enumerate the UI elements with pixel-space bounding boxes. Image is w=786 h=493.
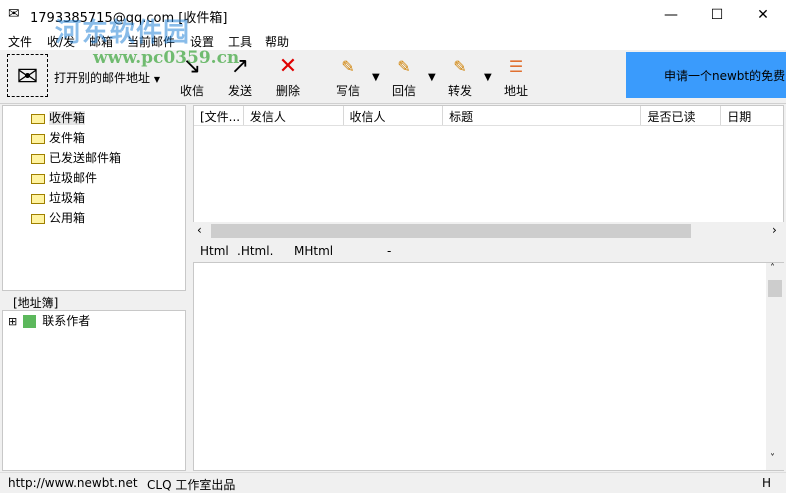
forward-pencil-icon: ✎: [453, 57, 467, 76]
col-read[interactable]: 是否已读: [641, 106, 722, 125]
delete-button[interactable]: ✕ 删除: [265, 52, 311, 102]
folder-inbox[interactable]: 收件箱: [13, 108, 185, 128]
reply-dropdown-icon[interactable]: ▼: [428, 72, 436, 83]
promo-banner[interactable]: 申请一个newbt的免费邮箱: [626, 52, 786, 98]
col-date[interactable]: 日期: [721, 106, 783, 125]
compose-button[interactable]: ✎ 写信: [325, 52, 371, 102]
vertical-scrollbar[interactable]: ˄ ˅: [766, 263, 784, 470]
folder-icon: [31, 153, 45, 164]
open-other-label: 打开别的邮件地址: [54, 71, 151, 85]
contact-author[interactable]: ⊞ 联系作者: [3, 311, 185, 331]
scroll-left-icon[interactable]: ‹: [197, 223, 202, 237]
forward-button[interactable]: ✎ 转发: [437, 52, 483, 102]
folder-label: 已发送邮件箱: [49, 151, 122, 165]
title-bar: ✉ 1793385715@qq.com [收件箱] — ☐ ✕: [0, 0, 786, 31]
reply-pencil-icon: ✎: [397, 57, 411, 76]
folder-tree: 收件箱 发件箱 已发送邮件箱 垃圾邮件 垃圾箱 公用箱: [2, 105, 186, 291]
compose-label: 写信: [335, 84, 360, 98]
folder-icon: [31, 213, 45, 224]
mhtml-button[interactable]: MHtml: [294, 244, 333, 258]
dot-html-button[interactable]: .Html.: [237, 244, 273, 258]
preview-pane[interactable]: [193, 262, 784, 471]
window-title: 1793385715@qq.com [收件箱]: [30, 11, 228, 26]
folder-label: 公用箱: [49, 211, 86, 225]
menu-send-receive[interactable]: 收/发: [47, 33, 75, 50]
address-book-title: [地址簿]: [13, 296, 59, 310]
address-book-icon: ☰: [508, 57, 524, 76]
address-book-tree: ⊞ 联系作者: [2, 310, 186, 471]
preview-toolbar: Html .Html. MHtml -: [193, 242, 784, 261]
preview-status: -: [387, 244, 392, 258]
status-credit: CLQ 工作室出品: [147, 478, 236, 492]
forward-label: 转发: [447, 84, 472, 98]
expand-icon[interactable]: ⊞: [8, 315, 17, 328]
scroll-up-icon[interactable]: ˄: [770, 263, 775, 274]
col-from[interactable]: 发信人: [244, 106, 344, 125]
menu-help[interactable]: 帮助: [265, 33, 289, 50]
folder-outbox[interactable]: 发件箱: [13, 128, 185, 148]
folder-icon: [31, 113, 45, 124]
send-label: 发送: [227, 84, 252, 98]
reply-label: 回信: [391, 84, 416, 98]
reply-button[interactable]: ✎ 回信: [381, 52, 427, 102]
status-mode: H: [762, 476, 772, 490]
html-button[interactable]: Html: [200, 244, 229, 258]
folder-sent[interactable]: 已发送邮件箱: [13, 148, 185, 168]
compose-dropdown-icon[interactable]: ▼: [372, 72, 380, 83]
receive-label: 收信: [179, 84, 204, 98]
folder-spam[interactable]: 垃圾邮件: [13, 168, 185, 188]
menu-file[interactable]: 文件: [8, 33, 32, 50]
contact-label: 联系作者: [42, 314, 91, 328]
folder-icon: [31, 173, 45, 184]
horizontal-scrollbar[interactable]: ‹ ›: [193, 222, 784, 240]
folder-label: 垃圾邮件: [49, 171, 98, 185]
close-button[interactable]: ✕: [740, 0, 786, 31]
col-file[interactable]: [文件...: [194, 106, 244, 125]
scroll-right-icon[interactable]: ›: [772, 223, 777, 237]
forward-dropdown-icon[interactable]: ▼: [484, 72, 492, 83]
open-other-address-button[interactable]: 打开别的邮件地址 ▼: [54, 69, 160, 86]
folder-trash[interactable]: 垃圾箱: [13, 188, 185, 208]
scroll-thumb[interactable]: [768, 280, 782, 297]
address-button[interactable]: ☰ 地址: [493, 52, 539, 102]
minimize-button[interactable]: —: [648, 0, 694, 31]
folder-icon: [31, 133, 45, 144]
delete-x-icon: ✕: [278, 54, 298, 79]
scroll-thumb[interactable]: [211, 224, 691, 238]
address-label: 地址: [503, 84, 528, 98]
col-to[interactable]: 收信人: [344, 106, 444, 125]
folder-public[interactable]: 公用箱: [13, 208, 185, 228]
status-bar: http://www.newbt.net CLQ 工作室出品 H: [0, 472, 786, 493]
app-icon: ✉: [8, 6, 20, 22]
dropdown-arrow-icon: ▼: [153, 75, 160, 84]
folder-label: 垃圾箱: [49, 191, 86, 205]
mail-envelope-icon[interactable]: ✉: [7, 54, 48, 97]
mail-list: [文件... 发信人 收信人 标题 是否已读 日期: [193, 105, 784, 222]
delete-label: 删除: [275, 84, 300, 98]
status-url[interactable]: http://www.newbt.net: [8, 476, 138, 490]
folder-label: 发件箱: [49, 131, 86, 145]
col-subject[interactable]: 标题: [443, 106, 642, 125]
folder-label: 收件箱: [49, 111, 86, 125]
watermark-url: www.pc0359.cn: [93, 48, 240, 68]
folder-icon: [31, 193, 45, 204]
maximize-button[interactable]: ☐: [694, 0, 740, 31]
contact-group-icon: [23, 315, 37, 328]
scroll-down-icon[interactable]: ˅: [770, 453, 775, 464]
compose-pencil-icon: ✎: [341, 57, 355, 76]
